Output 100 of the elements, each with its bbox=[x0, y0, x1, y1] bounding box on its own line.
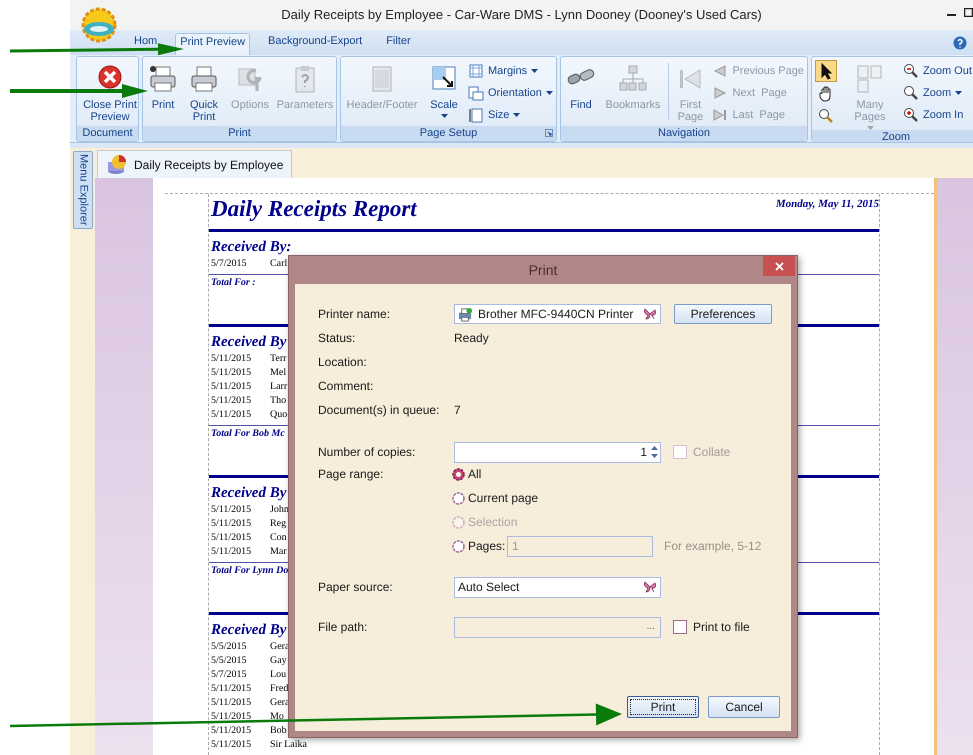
caret-icon bbox=[513, 113, 520, 117]
help-icon[interactable] bbox=[953, 36, 967, 50]
caret-icon bbox=[546, 91, 553, 95]
table-cell: John bbox=[270, 504, 289, 514]
ribbon-button[interactable]: Print bbox=[146, 57, 180, 126]
radio-button[interactable] bbox=[452, 540, 465, 552]
close-button[interactable] bbox=[763, 256, 795, 276]
field-label: Paper source: bbox=[318, 579, 394, 596]
table-cell: Carl bbox=[270, 258, 288, 268]
group-title: Page Setup bbox=[420, 126, 478, 142]
table-cell-text: 5/7/2015 bbox=[211, 668, 248, 680]
butterfly-icon bbox=[643, 307, 657, 321]
radio-button[interactable] bbox=[452, 468, 465, 480]
table-cell: Mo bbox=[270, 710, 284, 722]
radio-label: Pages: bbox=[468, 538, 506, 555]
browse-button[interactable]: ... bbox=[646, 622, 655, 632]
butterfly-icon bbox=[643, 580, 657, 594]
table-cell-text: 5/11/2015 bbox=[211, 682, 252, 694]
last-page-icon bbox=[712, 107, 728, 123]
ribbon-tab[interactable]: Print Preview bbox=[175, 33, 250, 55]
field-label: Page range: bbox=[318, 467, 384, 481]
field-label: Status: bbox=[318, 330, 356, 347]
ribbon-button[interactable]: Find bbox=[564, 57, 598, 126]
field-label: File path: bbox=[318, 619, 368, 636]
table-cell-text: 5/11/2015 bbox=[211, 518, 252, 528]
side-tab[interactable]: Menu Explorer bbox=[73, 151, 93, 229]
dialog-button[interactable]: Cancel bbox=[708, 696, 780, 718]
pie-chart-icon bbox=[106, 154, 128, 176]
section-heading: Received By bbox=[211, 621, 286, 639]
radio-label: Current page bbox=[468, 490, 538, 507]
table-cell: Larr bbox=[270, 380, 288, 392]
ribbon-tab[interactable]: Background-Export bbox=[264, 34, 366, 48]
ribbon-button[interactable]: Zoom In bbox=[903, 104, 972, 126]
table-cell-text: 5/11/2015 bbox=[211, 380, 252, 392]
table-cell-text: 5/11/2015 bbox=[211, 546, 252, 556]
margins-icon bbox=[468, 63, 484, 79]
next-icon bbox=[712, 85, 728, 101]
window-title: Daily Receipts by Employee - Car-Ware DMS - Lynn Dooney (Dooney's Used Cars) bbox=[280, 6, 763, 24]
section-heading: Received By: bbox=[211, 238, 292, 256]
paper-source-select[interactable]: Auto Select bbox=[454, 576, 661, 598]
maximize-icon[interactable] bbox=[964, 8, 973, 17]
report-title: Daily Receipts Report bbox=[211, 196, 417, 222]
ribbon-button[interactable]: Scale bbox=[426, 57, 462, 126]
group-title: Navigation bbox=[658, 126, 710, 142]
copies-spinner[interactable]: 1 bbox=[454, 442, 661, 462]
total-label: Total For : bbox=[211, 276, 256, 290]
dialog-button[interactable]: Print bbox=[627, 696, 699, 718]
checkbox-label: Print to file bbox=[693, 619, 750, 636]
table-cell: Bob bbox=[270, 724, 287, 736]
table-cell: Sir Laika bbox=[270, 738, 307, 750]
printer-icon bbox=[458, 306, 473, 322]
ribbon-button[interactable]: Margins bbox=[468, 60, 553, 82]
table-cell: Gay bbox=[270, 654, 287, 666]
table-cell: Terr bbox=[270, 352, 287, 364]
ribbon-button[interactable]: Size bbox=[468, 104, 553, 126]
total-label: Total For Bob Mc bbox=[211, 427, 285, 441]
ribbon-button[interactable]: Orientation bbox=[468, 82, 553, 104]
field-label: Printer name: bbox=[318, 306, 392, 323]
checkbox[interactable] bbox=[673, 620, 687, 634]
section-heading: Received By bbox=[211, 333, 286, 351]
previous-icon bbox=[712, 63, 728, 79]
document-tab[interactable]: Daily Receipts by Employee bbox=[97, 150, 292, 178]
field-label: Comment: bbox=[318, 378, 374, 395]
caret-icon bbox=[531, 69, 538, 73]
tool-button[interactable] bbox=[815, 60, 837, 82]
field-label: Location: bbox=[318, 354, 368, 371]
ribbon-button[interactable]: Zoom Out bbox=[903, 60, 972, 82]
orientation-icon bbox=[468, 85, 484, 101]
hint-text: For example, 5-12 bbox=[664, 538, 762, 555]
field-label: Document(s) in queue: bbox=[318, 402, 440, 419]
table-cell-text: 5/11/2015 bbox=[211, 504, 252, 514]
table-cell-text: 5/5/2015 bbox=[211, 640, 248, 652]
table-cell: Fred bbox=[270, 682, 288, 694]
table-cell-text: 5/11/2015 bbox=[211, 738, 252, 750]
file-path-field[interactable]: ... bbox=[454, 616, 661, 638]
zoom-icon bbox=[903, 85, 919, 101]
group-title: Print bbox=[228, 126, 251, 142]
table-cell-text: 5/11/2015 bbox=[211, 408, 252, 420]
preferences-button[interactable]: Preferences bbox=[674, 304, 772, 324]
radio-button[interactable] bbox=[452, 492, 465, 504]
ribbon-tab[interactable]: Filter bbox=[382, 34, 415, 48]
printer-select[interactable]: Brother MFC-9440CN Printer bbox=[454, 304, 661, 324]
launcher-icon[interactable] bbox=[545, 129, 553, 137]
ribbon-tab[interactable]: Hom bbox=[130, 34, 162, 48]
table-cell: Mel bbox=[270, 366, 286, 378]
table-cell-text: 5/11/2015 bbox=[211, 532, 252, 542]
zoom-in-icon bbox=[903, 107, 919, 123]
table-cell-text: 5/11/2015 bbox=[211, 352, 252, 364]
field-value: 7 bbox=[454, 402, 461, 419]
caret-icon bbox=[955, 91, 962, 95]
table-cell-text: 5/11/2015 bbox=[211, 696, 252, 708]
ribbon-button[interactable]: Zoom bbox=[903, 82, 972, 104]
ribbon-button[interactable]: Quick Print bbox=[184, 57, 224, 126]
close-icon bbox=[774, 262, 784, 270]
checkbox-label: Collate bbox=[693, 444, 730, 461]
table-cell-text: 5/11/2015 bbox=[211, 394, 252, 406]
radio-label: Selection bbox=[468, 514, 518, 531]
table-cell: Con bbox=[270, 532, 287, 542]
caret-icon bbox=[440, 114, 448, 118]
table-cell-text: 5/11/2015 bbox=[211, 366, 252, 378]
